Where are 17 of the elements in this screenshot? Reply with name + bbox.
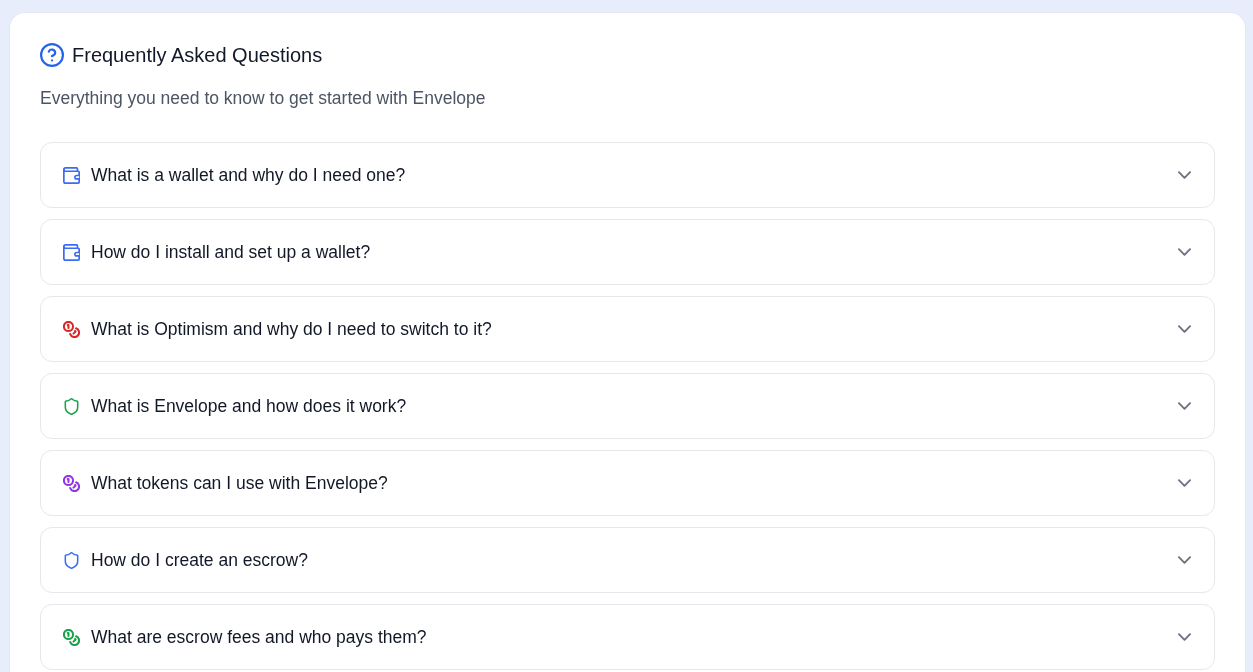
faq-question[interactable]: How do I install and set up a wallet? [40, 219, 1215, 285]
faq-question[interactable]: What are escrow fees and who pays them? [40, 604, 1215, 670]
faq-question[interactable]: What tokens can I use with Envelope? [40, 450, 1215, 516]
chevron-icon [1178, 171, 1191, 179]
faq-subtitle: Everything you need to know to get started with Envelope [40, 87, 487, 110]
chevron-icon [1178, 248, 1191, 256]
faq-question[interactable]: What is Envelope and how does it work? [40, 373, 1215, 439]
faq-question[interactable]: What is Optimism and why do I need to switch to it? [40, 296, 1215, 362]
chevron-icon [1178, 402, 1191, 410]
faq-question[interactable]: What is a wallet and why do I need one? [40, 142, 1215, 208]
chevron-icon [1178, 479, 1191, 487]
faq-question[interactable]: How do I create an escrow? [40, 527, 1215, 593]
chevron-icon [1178, 556, 1191, 564]
faq-title: Frequently Asked Questions [72, 43, 323, 68]
help-icon [40, 43, 64, 67]
chevron-icon [1178, 633, 1191, 641]
chevron-icon [1178, 325, 1191, 333]
